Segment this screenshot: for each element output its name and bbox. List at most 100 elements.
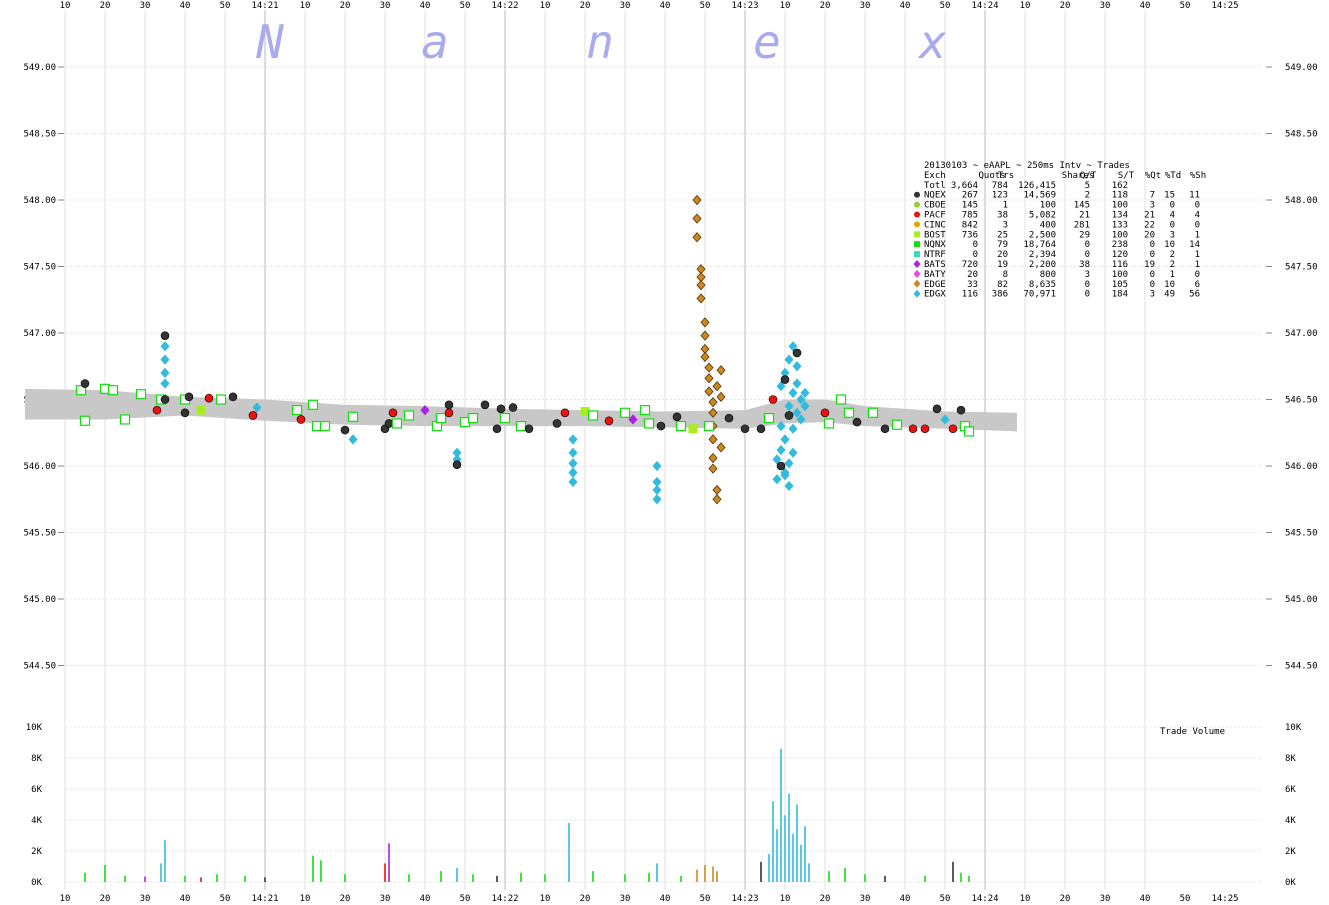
trade-marker	[820, 408, 830, 418]
trade-marker	[568, 476, 578, 488]
trade-marker	[307, 399, 319, 410]
legend-cell: 8	[1003, 270, 1008, 280]
legend-cell: 1	[1003, 201, 1008, 211]
trade-marker	[524, 424, 534, 434]
trade-marker	[704, 373, 714, 384]
trade-marker	[444, 400, 454, 410]
trade-marker	[908, 424, 918, 434]
legend-cell: 20	[967, 270, 978, 280]
trade-marker	[492, 424, 502, 434]
time-tick-label: 10	[300, 894, 311, 904]
trade-marker	[568, 467, 578, 478]
price-tick-label: 546.00	[1285, 462, 1318, 472]
time-tick-label: 20	[100, 894, 111, 904]
time-tick-label: 14:25	[1211, 894, 1238, 904]
trade-marker	[675, 421, 687, 432]
legend-cell: 21	[1079, 211, 1090, 221]
volume-bar	[924, 875, 926, 882]
watermark-letter: x	[917, 15, 947, 69]
volume-tick-label: 10K	[1285, 723, 1302, 733]
trade-marker	[932, 404, 942, 414]
time-tick-label: 50	[460, 1, 471, 11]
volume-bar	[320, 860, 322, 882]
legend-title: 20130103 ~ eAAPL ~ 250ms Intv ~ Trades	[924, 161, 1130, 171]
legend-cell: 14	[1189, 240, 1200, 250]
time-tick-label: 20	[580, 894, 591, 904]
legend-cell: 0	[1085, 290, 1090, 300]
price-tick-label: 546.00	[23, 462, 56, 472]
trade-marker	[643, 418, 655, 429]
trade-marker	[776, 461, 786, 471]
legend-cell: 0	[973, 250, 978, 260]
legend-cell: 5,082	[1029, 211, 1056, 221]
time-tick-label: 40	[1140, 894, 1151, 904]
price-tick-label: 548.00	[23, 196, 56, 206]
trade-marker	[880, 424, 890, 434]
time-tick-label: 10	[540, 1, 551, 11]
volume-tick-label: 4K	[1285, 816, 1296, 826]
legend-cell: 21	[1144, 211, 1155, 221]
trade-marker	[435, 413, 447, 424]
legend-marker	[914, 251, 920, 258]
trade-marker	[135, 389, 147, 400]
trade-marker	[700, 351, 710, 363]
legend-cell: 22	[1144, 220, 1155, 230]
time-tick-label: 20	[820, 894, 831, 904]
volume-bar	[244, 875, 246, 882]
trade-marker	[788, 423, 798, 434]
trade-marker	[823, 418, 835, 429]
volume-bar	[312, 855, 314, 882]
time-tick-label: 40	[180, 1, 191, 11]
trade-marker	[604, 416, 614, 426]
legend-cell: 100	[1112, 201, 1128, 211]
volume-bar	[568, 823, 570, 882]
trade-marker	[656, 421, 666, 431]
legend-cell: 0	[1085, 250, 1090, 260]
legend-total-cell: 126,415	[1018, 181, 1056, 191]
volume-bar	[264, 877, 266, 882]
price-tick-label: 549.00	[23, 63, 56, 73]
trade-marker	[776, 444, 786, 456]
volume-tick-label: 2K	[31, 847, 42, 857]
price-tick-label: 549.00	[1285, 63, 1318, 73]
price-tick-label: 545.50	[1285, 529, 1318, 539]
trade-marker	[215, 394, 227, 405]
volume-bar	[796, 804, 798, 882]
volume-bar	[496, 875, 498, 882]
time-axis-top: 10 20 30 40 50 14:21 10 20 30 40 50 14:22 10 20 30 40 50…	[60, 1, 1239, 11]
legend-cell: 281	[1074, 220, 1090, 230]
trade-marker	[704, 386, 714, 397]
legend-cell: 29	[1079, 230, 1090, 240]
trade-marker	[228, 392, 238, 402]
volume-bar	[952, 861, 954, 882]
legend-cell: 1	[1195, 250, 1200, 260]
legend-cell: 4	[1170, 211, 1175, 221]
time-tick-label: 50	[940, 1, 951, 11]
legend-exch: BOST	[924, 230, 946, 240]
volume-bars	[84, 748, 970, 882]
trade-marker	[444, 408, 454, 418]
legend-cell: 11	[1189, 191, 1200, 201]
trade-marker	[196, 405, 206, 415]
trade-marker	[756, 424, 766, 434]
volume-tick-label: 10K	[26, 723, 43, 733]
trade-marker	[296, 415, 306, 424]
time-tick-label: 20	[580, 1, 591, 11]
time-tick-label: 50	[700, 894, 711, 904]
price-axis-left: 544.50545.00545.50546.00546.50547.00547.…	[23, 63, 64, 672]
legend-exch: NQEX	[924, 191, 946, 201]
legend-cell: 10	[1164, 280, 1175, 290]
trade-marker	[652, 484, 662, 496]
legend-cell: 145	[1074, 201, 1090, 211]
volume-bar	[216, 874, 218, 882]
time-tick-label: 30	[1100, 894, 1111, 904]
legend-cell: 38	[997, 211, 1008, 221]
legend-cell: 0	[1150, 240, 1155, 250]
legend-exch: CBOE	[924, 201, 946, 211]
trade-marker	[740, 424, 750, 434]
trade-marker	[391, 418, 403, 429]
volume-tick-label: 8K	[31, 754, 42, 764]
volume-bar	[704, 864, 706, 882]
legend-cell: 105	[1112, 280, 1128, 290]
legend-exch: EDGX	[924, 290, 946, 300]
